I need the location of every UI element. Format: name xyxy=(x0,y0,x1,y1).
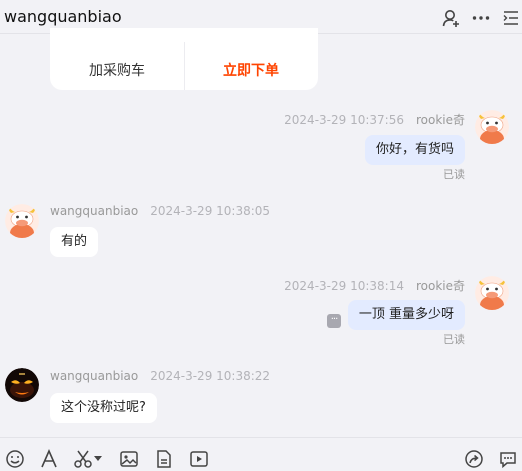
add-to-cart-button[interactable]: 加采购车 xyxy=(50,60,184,80)
font-icon[interactable] xyxy=(39,449,59,469)
read-receipt: 已读 xyxy=(443,333,465,346)
sender-name: wangquanbiao xyxy=(50,369,139,383)
message-meta: wangquanbiao 2024-3-29 10:38:05 xyxy=(50,204,270,218)
more-icon[interactable] xyxy=(471,8,491,28)
message-time: 2024-3-29 10:38:05 xyxy=(150,204,271,218)
message-meta: 2024-3-29 10:37:56 rookie奇 xyxy=(272,111,465,128)
file-icon[interactable] xyxy=(154,449,174,469)
input-toolbar xyxy=(0,437,522,471)
message-meta: 2024-3-29 10:38:14 rookie奇 xyxy=(272,277,465,294)
list-menu-icon[interactable] xyxy=(501,8,521,28)
sender-name: wangquanbiao xyxy=(50,204,139,218)
message-bubble[interactable]: 一顶 重量多少呀 xyxy=(347,300,465,330)
sender-name: rookie奇 xyxy=(415,113,465,127)
fire-avatar[interactable] xyxy=(5,368,39,402)
message-time: 2024-3-29 10:37:56 xyxy=(284,113,404,127)
cow-avatar[interactable] xyxy=(475,276,509,310)
quick-reply-icon[interactable] xyxy=(498,449,518,469)
chevron-down-icon[interactable] xyxy=(94,456,102,462)
chat-title: wangquanbiao xyxy=(4,7,122,26)
read-receipt: 已读 xyxy=(443,168,465,181)
share-icon[interactable] xyxy=(464,449,484,469)
message-options-icon[interactable]: ··· xyxy=(327,314,341,328)
scissors-icon[interactable] xyxy=(73,449,93,469)
product-card: 加采购车 立即下单 xyxy=(50,28,318,90)
buy-now-button[interactable]: 立即下单 xyxy=(184,60,318,80)
message-bubble[interactable]: 你好，有货吗 xyxy=(364,135,465,165)
message-time: 2024-3-29 10:38:14 xyxy=(284,279,404,293)
image-icon[interactable] xyxy=(119,449,139,469)
cow-avatar[interactable] xyxy=(5,204,39,238)
message-time: 2024-3-29 10:38:22 xyxy=(150,369,271,383)
message-bubble[interactable]: 这个没称过呢? xyxy=(50,393,157,423)
add-user-icon[interactable] xyxy=(441,8,461,28)
emoji-icon[interactable] xyxy=(5,449,25,469)
sender-name: rookie奇 xyxy=(415,279,465,293)
message-bubble[interactable]: 有的 xyxy=(50,227,99,257)
message-meta: wangquanbiao 2024-3-29 10:38:22 xyxy=(50,369,270,383)
video-icon[interactable] xyxy=(189,449,209,469)
cow-avatar[interactable] xyxy=(475,110,509,144)
